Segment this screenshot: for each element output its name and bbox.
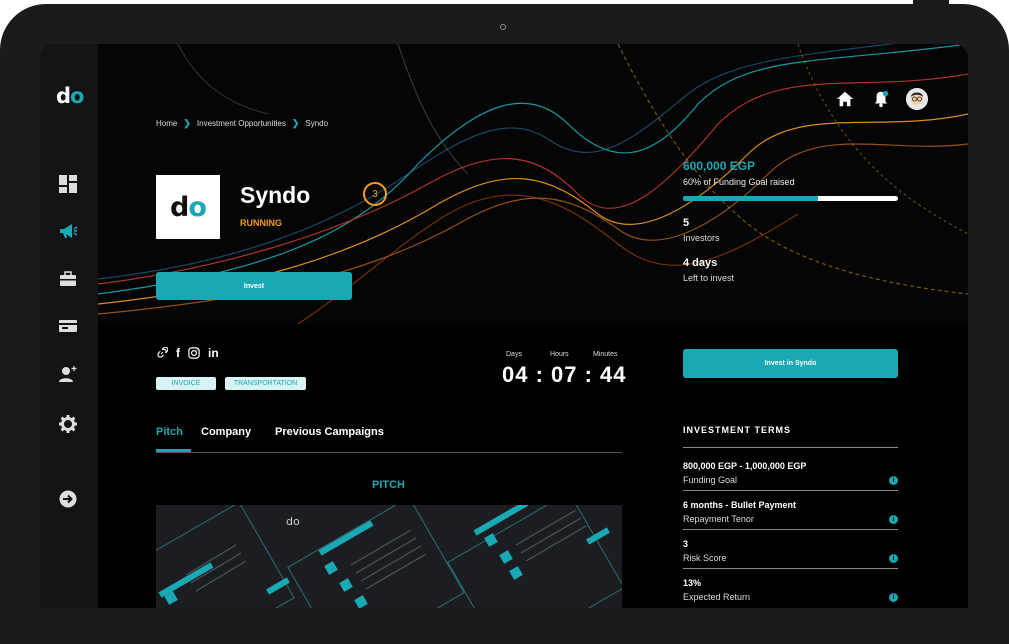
- social-links: f in: [156, 346, 219, 360]
- countdown-days-label: Days: [506, 351, 522, 358]
- time-left-label: Left to invest: [683, 273, 735, 283]
- term-funding-goal-value: 800,000 EGP - 1,000,000 EGP: [683, 461, 807, 471]
- card-icon[interactable]: [58, 316, 78, 336]
- terms-divider: [683, 529, 898, 530]
- pitch-illustration: do: [156, 505, 622, 608]
- tab-pitch[interactable]: Pitch: [156, 426, 183, 438]
- funding-progress-fill: [683, 196, 819, 201]
- info-icon[interactable]: i: [889, 554, 898, 563]
- dashboard-icon[interactable]: [58, 174, 78, 194]
- laptop-edge: [913, 0, 949, 4]
- company-name: Syndo: [240, 182, 311, 208]
- bell-icon[interactable]: [870, 88, 892, 110]
- info-icon[interactable]: i: [889, 515, 898, 524]
- app-screen: do Home ❯ Investment Opportunities ❯ Syn…: [40, 44, 968, 608]
- investors-count: 5: [683, 217, 690, 229]
- countdown-minutes-label: Minutes: [593, 351, 618, 358]
- megaphone-icon[interactable]: [58, 221, 78, 241]
- content-tabs: Pitch Company Previous Campaigns: [156, 426, 622, 453]
- home-icon[interactable]: [834, 88, 856, 110]
- term-repayment-tenor-value: 6 months - Bullet Payment: [683, 500, 797, 510]
- status-badge: RUNNING: [240, 218, 282, 228]
- info-icon[interactable]: i: [889, 593, 898, 602]
- app-logo[interactable]: do: [56, 84, 85, 108]
- investment-terms-heading: INVESTMENT TERMS: [683, 425, 792, 435]
- term-expected-return-value: 13%: [683, 578, 702, 588]
- avatar[interactable]: [906, 88, 928, 110]
- chevron-right-icon: ❯: [183, 118, 191, 128]
- term-funding-goal-label: Funding Goal: [683, 475, 738, 485]
- sidebar: do: [40, 44, 98, 608]
- briefcase-icon[interactable]: [58, 269, 78, 289]
- active-tab-indicator: [156, 449, 191, 452]
- link-icon[interactable]: [156, 347, 168, 359]
- raised-amount: 600,000 EGP: [683, 159, 756, 173]
- term-repayment-tenor-label: Repayment Tenor: [683, 514, 754, 524]
- raised-caption: 60% of Funding Goal raised: [683, 177, 795, 187]
- funding-progress-bar: [683, 196, 898, 201]
- countdown-timer: 04 : 07 : 44: [502, 362, 627, 387]
- tag-invoice[interactable]: INVOICE: [156, 377, 216, 390]
- pitch-heading: PITCH: [372, 479, 405, 491]
- facebook-icon[interactable]: f: [176, 346, 180, 360]
- countdown-hours-label: Hours: [550, 351, 569, 358]
- pitch-image: do: [156, 505, 622, 608]
- camera-dot: [500, 24, 506, 30]
- header-actions: [834, 88, 928, 110]
- investors-label: Investors: [683, 233, 720, 243]
- instagram-icon[interactable]: [188, 347, 200, 359]
- info-icon[interactable]: i: [889, 476, 898, 485]
- tab-previous-campaigns[interactable]: Previous Campaigns: [275, 426, 384, 438]
- chevron-right-icon: ❯: [291, 118, 300, 128]
- terms-divider: [683, 490, 898, 491]
- logout-icon[interactable]: [58, 489, 78, 509]
- terms-divider: [683, 568, 898, 569]
- tab-company[interactable]: Company: [201, 426, 251, 438]
- term-risk-score-label: Risk Score: [683, 553, 727, 563]
- breadcrumb-current: Syndo: [305, 119, 329, 128]
- invest-button[interactable]: Invest: [156, 272, 352, 300]
- gear-icon[interactable]: [58, 414, 78, 434]
- term-risk-score-value: 3: [683, 539, 689, 549]
- linkedin-icon[interactable]: in: [208, 346, 219, 360]
- breadcrumb-investment-opportunities[interactable]: Investment Opportunities: [197, 119, 286, 128]
- term-expected-return-label: Expected Return: [683, 592, 751, 602]
- terms-divider: [683, 447, 898, 448]
- tag-transportation[interactable]: TRANSPORTATION: [225, 377, 306, 390]
- add-user-icon[interactable]: [58, 364, 78, 384]
- time-left-value: 4 days: [683, 257, 718, 269]
- svg-text:do: do: [286, 515, 300, 528]
- invest-in-company-button[interactable]: Invest in Syndo: [683, 349, 898, 378]
- breadcrumb: Home ❯ Investment Opportunities ❯ Syndo: [156, 118, 328, 129]
- breadcrumb-home[interactable]: Home: [156, 119, 177, 128]
- risk-score-badge: 3: [363, 182, 387, 206]
- company-logo: do: [156, 175, 220, 239]
